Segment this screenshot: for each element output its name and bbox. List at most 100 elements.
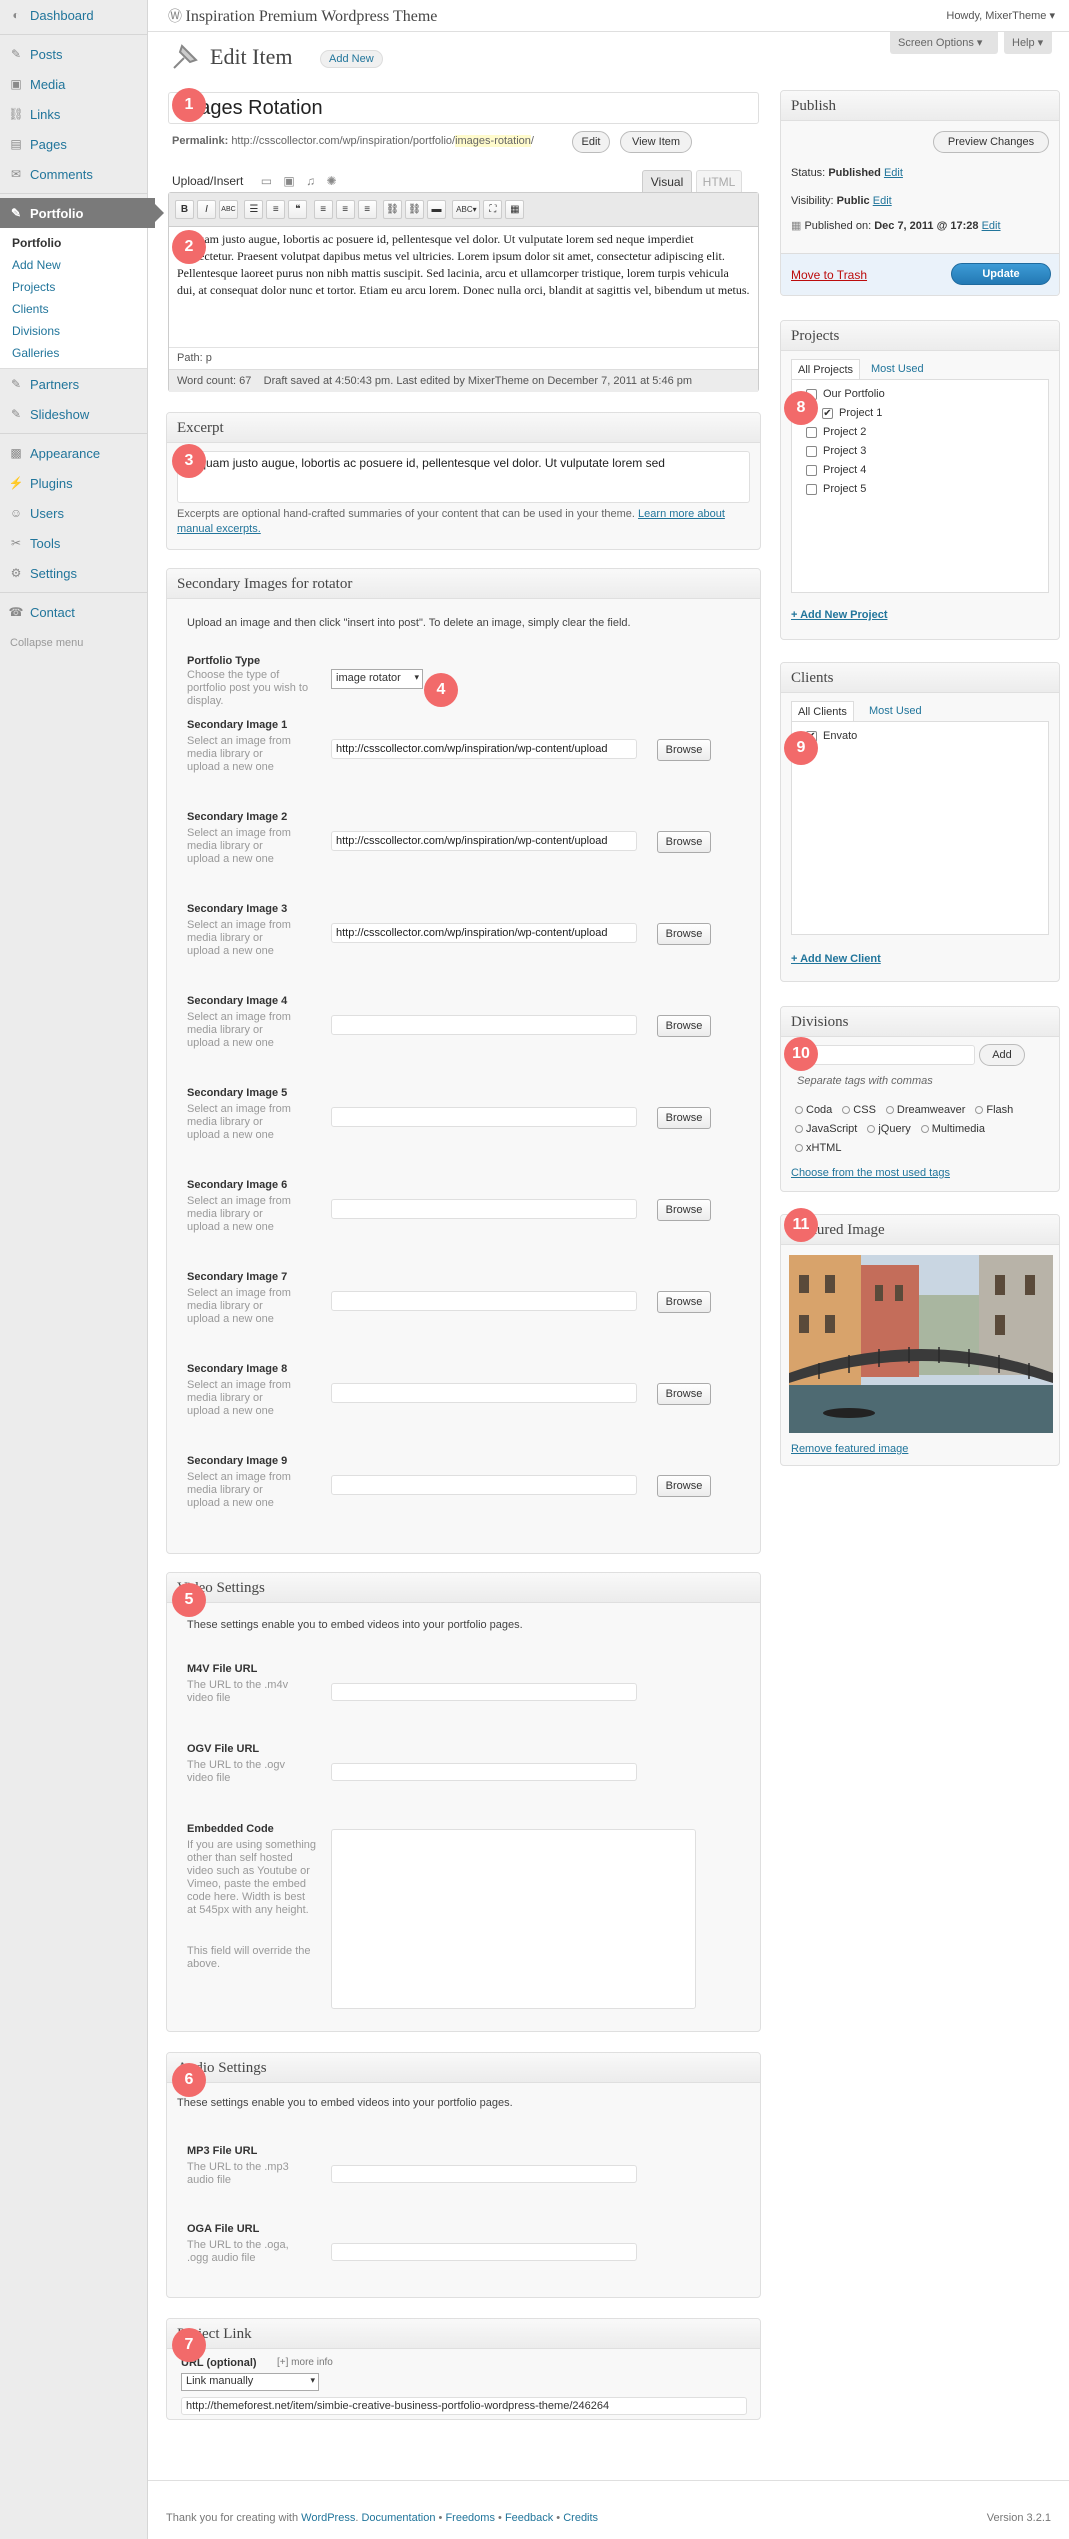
more-button[interactable]: ▬ [427, 200, 447, 219]
division-tag[interactable]: Dreamweaver [885, 1101, 965, 1120]
excerpt-textarea[interactable]: Aliquam justo augue, lobortis ac posuere… [177, 451, 750, 503]
checkbox[interactable] [806, 483, 817, 495]
add-new-button[interactable]: Add New [320, 50, 383, 68]
submenu-item[interactable]: Add New [0, 254, 147, 276]
checkbox[interactable] [806, 426, 817, 438]
submenu-item[interactable]: Portfolio [0, 232, 147, 254]
tab-most-used-projects[interactable]: Most Used [871, 363, 924, 375]
division-tag[interactable]: Coda [795, 1101, 832, 1120]
fullscreen-button[interactable]: ⛶ [483, 200, 503, 219]
secondary-image-input[interactable] [331, 1199, 637, 1219]
portfolio-type-select[interactable]: image rotator ▾ [331, 669, 423, 689]
sidebar-item-links[interactable]: ⛓ Links [0, 99, 147, 129]
project-url-input[interactable]: http://themeforest.net/item/simbie-creat… [181, 2397, 747, 2415]
browse-button[interactable]: Browse [657, 923, 711, 945]
visibility-edit-link[interactable]: Edit [873, 195, 892, 207]
number-list-button[interactable]: ≡ [266, 200, 286, 219]
secondary-image-input[interactable] [331, 1383, 637, 1403]
tab-most-used-clients[interactable]: Most Used [869, 705, 922, 717]
unlink-button[interactable]: ⛓ [405, 200, 425, 219]
screen-options-button[interactable]: Screen Options ▾ [890, 32, 998, 54]
media-icon[interactable]: ✺ [326, 174, 336, 188]
sidebar-item-plugins[interactable]: ⚡ Plugins [0, 468, 147, 498]
submenu-item[interactable]: Divisions [0, 320, 147, 342]
division-tag[interactable]: Flash [975, 1101, 1013, 1120]
submenu-item[interactable]: Projects [0, 276, 147, 298]
secondary-image-input[interactable] [331, 1015, 637, 1035]
tab-visual[interactable]: Visual [642, 170, 692, 192]
add-division-button[interactable]: Add [979, 1044, 1025, 1066]
kitchen-sink-button[interactable]: ▦ [505, 200, 525, 219]
site-title[interactable]: Ⓦ Inspiration Premium Wordpress Theme [168, 6, 437, 26]
secondary-image-input[interactable] [331, 1107, 637, 1127]
checkbox[interactable] [806, 445, 817, 457]
post-title-input[interactable]: Images Rotation [168, 92, 759, 124]
browse-button[interactable]: Browse [657, 1107, 711, 1129]
checkbox[interactable] [806, 464, 817, 476]
submenu-item[interactable]: Galleries [0, 342, 147, 364]
sidebar-item-posts[interactable]: ✎ Posts [0, 39, 147, 69]
spellcheck-button[interactable]: ABC▾ [452, 200, 481, 219]
sidebar-item-appearance[interactable]: ▩ Appearance [0, 438, 147, 468]
blockquote-button[interactable]: ❝ [288, 200, 308, 219]
sidebar-item-settings[interactable]: ⚙ Settings [0, 558, 147, 588]
sidebar-item-pages[interactable]: ▤ Pages [0, 129, 147, 159]
secondary-image-input[interactable] [331, 1291, 637, 1311]
tab-all-clients[interactable]: All Clients [791, 701, 854, 722]
date-edit-link[interactable]: Edit [982, 220, 1001, 232]
m4v-input[interactable] [331, 1683, 637, 1701]
update-button[interactable]: Update [951, 263, 1051, 285]
browse-button[interactable]: Browse [657, 1291, 711, 1313]
sidebar-item-portfolio[interactable]: ✎ Portfolio [0, 198, 164, 228]
footer-link[interactable]: Documentation [361, 2512, 435, 2524]
sidebar-item-contact[interactable]: ☎ Contact [0, 597, 147, 627]
project-checkbox-item[interactable]: Project 2 [806, 426, 1034, 445]
add-new-project-link[interactable]: + Add New Project [791, 609, 887, 621]
browse-button[interactable]: Browse [657, 831, 711, 853]
audio-icon[interactable]: ♫ [306, 174, 315, 188]
link-type-select[interactable]: Link manually ▾ [181, 2373, 319, 2391]
most-used-tags-link[interactable]: Choose from the most used tags [791, 1167, 950, 1179]
bold-button[interactable]: B [175, 200, 194, 219]
project-checkbox-item[interactable]: Our Portfolio [806, 388, 1034, 407]
permalink-edit-button[interactable]: Edit [572, 131, 610, 153]
add-new-client-link[interactable]: + Add New Client [791, 953, 881, 965]
strike-button[interactable]: ABC [219, 200, 238, 219]
sidebar-item-media[interactable]: ▣ Media [0, 69, 147, 99]
more-info-link[interactable]: [+] more info [277, 2357, 333, 2368]
client-checkbox-item[interactable]: ✔Envato [806, 730, 1034, 749]
browse-button[interactable]: Browse [657, 1199, 711, 1221]
footer-link[interactable]: Freedoms [445, 2512, 495, 2524]
checkbox[interactable]: ✔ [822, 407, 833, 419]
wordpress-link[interactable]: WordPress [301, 2512, 355, 2524]
footer-link[interactable]: Feedback [505, 2512, 553, 2524]
secondary-image-input[interactable]: http://csscollector.com/wp/inspiration/w… [331, 739, 637, 759]
secondary-image-input[interactable]: http://csscollector.com/wp/inspiration/w… [331, 923, 637, 943]
featured-image[interactable] [789, 1255, 1053, 1433]
align-center-button[interactable]: ≡ [335, 200, 355, 219]
sidebar-item-partners[interactable]: ✎ Partners [0, 369, 147, 399]
secondary-image-input[interactable]: http://csscollector.com/wp/inspiration/w… [331, 831, 637, 851]
sidebar-item-tools[interactable]: ✂ Tools [0, 528, 147, 558]
footer-link[interactable]: Credits [563, 2512, 598, 2524]
view-item-button[interactable]: View Item [620, 131, 692, 153]
align-left-button[interactable]: ≡ [313, 200, 333, 219]
embed-code-textarea[interactable] [331, 1829, 696, 2009]
video-icon[interactable]: ▣ [283, 174, 294, 188]
italic-button[interactable]: I [197, 200, 216, 219]
project-checkbox-item[interactable]: Project 3 [806, 445, 1034, 464]
tab-all-projects[interactable]: All Projects [791, 359, 861, 380]
division-tag[interactable]: jQuery [867, 1120, 911, 1139]
move-to-trash-link[interactable]: Move to Trash [791, 268, 867, 282]
sidebar-item-users[interactable]: ☺ Users [0, 498, 147, 528]
status-edit-link[interactable]: Edit [884, 167, 903, 179]
permalink-slug[interactable]: images-rotation [455, 135, 531, 147]
mp3-input[interactable] [331, 2165, 637, 2183]
project-checkbox-item[interactable]: Project 4 [806, 464, 1034, 483]
submenu-item[interactable]: Clients [0, 298, 147, 320]
division-tag[interactable]: xHTML [795, 1139, 841, 1158]
browse-button[interactable]: Browse [657, 1383, 711, 1405]
browse-button[interactable]: Browse [657, 1015, 711, 1037]
sidebar-item-comments[interactable]: ✉ Comments [0, 159, 147, 189]
editor-content[interactable]: Aliquam justo augue, lobortis ac posuere… [169, 227, 758, 335]
